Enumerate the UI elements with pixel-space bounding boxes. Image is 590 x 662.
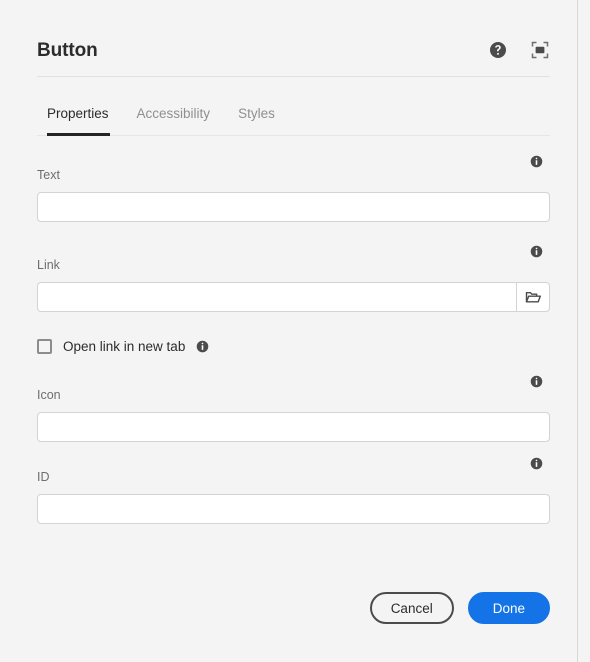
id-input[interactable] xyxy=(37,494,550,524)
field-icon: Icon xyxy=(37,375,550,442)
active-tab-indicator xyxy=(47,133,110,136)
text-info-icon[interactable] xyxy=(530,155,543,173)
id-label: ID xyxy=(37,470,50,484)
help-icon[interactable] xyxy=(488,40,508,60)
field-link: Link xyxy=(37,245,550,312)
link-input-group xyxy=(37,282,550,312)
text-label: Text xyxy=(37,168,60,182)
cancel-button[interactable]: Cancel xyxy=(369,592,454,624)
tab-list: Properties Accessibility Styles xyxy=(37,104,550,134)
fullscreen-icon[interactable] xyxy=(530,40,550,60)
field-id: ID xyxy=(37,457,550,524)
header-divider xyxy=(37,76,550,77)
header-actions xyxy=(488,40,550,60)
dialog-footer: Cancel Done xyxy=(37,592,550,624)
tab-styles[interactable]: Styles xyxy=(224,104,289,124)
tab-underline xyxy=(37,135,550,136)
tab-properties[interactable]: Properties xyxy=(37,104,123,124)
id-info-icon[interactable] xyxy=(530,457,543,475)
tab-bar: Properties Accessibility Styles xyxy=(37,104,550,140)
field-text: Text xyxy=(37,155,550,222)
link-info-icon[interactable] xyxy=(530,245,543,263)
dialog-header: Button xyxy=(37,36,550,76)
text-input[interactable] xyxy=(37,192,550,222)
tab-accessibility[interactable]: Accessibility xyxy=(123,104,225,124)
icon-label: Icon xyxy=(37,388,61,402)
panel-gutter xyxy=(579,0,590,662)
open-in-new-tab-checkbox[interactable] xyxy=(37,338,52,354)
link-input[interactable] xyxy=(37,282,516,312)
icon-input[interactable] xyxy=(37,412,550,442)
open-in-new-tab-info-icon[interactable] xyxy=(196,340,209,353)
open-in-new-tab-label: Open link in new tab xyxy=(63,338,186,354)
link-label: Link xyxy=(37,258,60,272)
done-button[interactable]: Done xyxy=(467,592,550,624)
folder-icon[interactable] xyxy=(516,282,550,312)
icon-info-icon[interactable] xyxy=(530,375,543,393)
open-in-new-tab-row[interactable]: Open link in new tab xyxy=(37,336,209,356)
button-properties-dialog: Button Properties Accessibility Styles T… xyxy=(0,0,578,662)
page-title: Button xyxy=(37,40,98,61)
